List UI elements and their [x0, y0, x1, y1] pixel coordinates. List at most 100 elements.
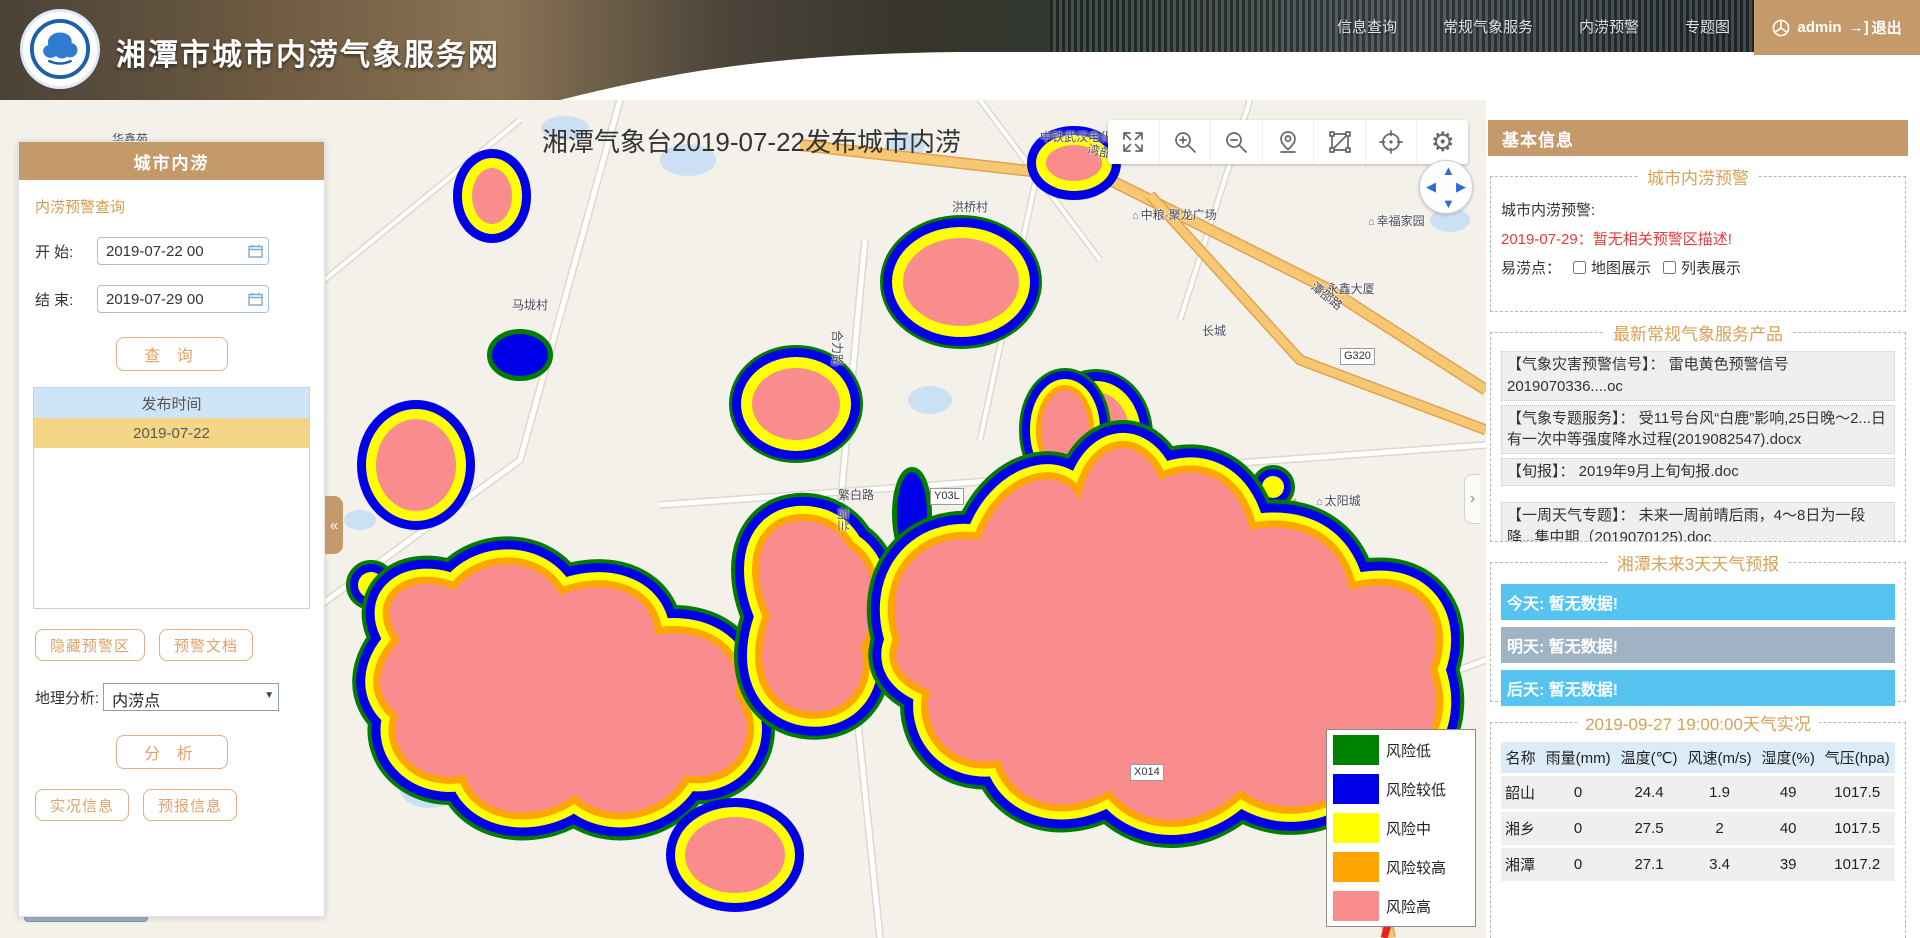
- product-link[interactable]: 【旬报】： 2019年9月上旬旬报.doc: [1501, 458, 1895, 486]
- nav-item-专题图[interactable]: 专题图: [1685, 16, 1730, 37]
- calendar-icon[interactable]: [248, 244, 263, 258]
- publish-time-empty-area: [34, 448, 309, 608]
- app-header: 湘潭市城市内涝气象服务网 信息查询 常规气象服务 内涝预警 专题图 admin →] …: [0, 0, 1920, 100]
- weather-cell: 2: [1682, 812, 1757, 845]
- legend-swatch: [1333, 891, 1379, 921]
- logout-button[interactable]: →] 退出: [1849, 17, 1902, 38]
- forecast-section-legend: 湘潭未来3天天气预报: [1609, 550, 1787, 575]
- weather-cell: 0: [1540, 848, 1615, 881]
- warning-section: 城市内涝预警 城市内涝预警: 2019-07-29：暂无相关预警区描述! 易涝点…: [1490, 164, 1906, 312]
- road-number-badge: G320: [1340, 348, 1375, 365]
- publish-time-row[interactable]: 2019-07-22: [34, 418, 309, 448]
- expand-icon[interactable]: [1108, 120, 1160, 164]
- publish-time-table: 发布时间 2019-07-22: [33, 387, 310, 609]
- legend-label: 风险中: [1386, 818, 1431, 839]
- legend-label: 风险低: [1386, 740, 1431, 761]
- list-display-label: 列表展示: [1681, 257, 1741, 278]
- header-photo-texture: [1050, 0, 1760, 100]
- legend-item: 风险低: [1333, 735, 1469, 765]
- legend-swatch: [1333, 735, 1379, 765]
- query-section-label: 内涝预警查询: [35, 196, 324, 217]
- legend-item: 风险较低: [1333, 774, 1469, 804]
- polygon-icon[interactable]: [1314, 120, 1366, 164]
- warning-doc-button[interactable]: 预警文档: [159, 629, 253, 661]
- pan-left-icon[interactable]: ◀: [1426, 179, 1436, 195]
- weather-cell: 27.1: [1616, 848, 1683, 881]
- map-place-label: ⌂中粮·聚龙广场: [1132, 206, 1217, 223]
- start-date-input[interactable]: [97, 237, 269, 265]
- products-section-legend: 最新常规气象服务产品: [1605, 320, 1791, 345]
- site-title: 湘潭市城市内涝气象服务网: [116, 30, 500, 74]
- legend-label: 风险高: [1386, 896, 1431, 917]
- weather-cell: 40: [1757, 812, 1820, 845]
- risk-legend: 风险低风险较低风险中风险较高风险高: [1326, 729, 1476, 927]
- weather-col-header: 气压(hpa): [1820, 742, 1896, 773]
- map-place-label: 马垅村: [512, 296, 548, 313]
- weather-cell: 1017.5: [1820, 812, 1896, 845]
- weather-row: 湘乡027.52401017.5: [1501, 812, 1895, 845]
- products-section: 最新常规气象服务产品 【气象灾害预警信号】： 雷电黄色预警信号201907033…: [1490, 320, 1906, 542]
- weather-cell: 湘潭: [1501, 848, 1540, 881]
- end-date-input[interactable]: [97, 285, 269, 313]
- flood-points-label: 易涝点：: [1501, 257, 1561, 278]
- weather-col-header: 湿度(%): [1757, 742, 1820, 773]
- hide-warning-zones-button[interactable]: 隐藏预警区: [35, 629, 145, 661]
- right-panel-expand-button[interactable]: ›: [1464, 474, 1480, 524]
- legend-label: 风险较低: [1386, 779, 1446, 800]
- live-info-button[interactable]: 实况信息: [35, 789, 129, 821]
- query-button[interactable]: 查 询: [116, 337, 228, 371]
- map-place-label: ⌂太阳城: [1316, 492, 1361, 509]
- forecast-section: 湘潭未来3天天气预报 今天: 暂无数据!明天: 暂无数据!后天: 暂无数据!: [1490, 550, 1906, 702]
- map-pan-control[interactable]: ▲ ▼ ◀ ▶: [1419, 160, 1473, 214]
- legend-swatch: [1333, 813, 1379, 843]
- publish-time-header: 发布时间: [34, 388, 309, 418]
- road-number-badge: Y03L: [930, 488, 964, 505]
- zoom-out-icon[interactable]: [1211, 120, 1263, 164]
- forecast-day-bar: 今天: 暂无数据!: [1501, 584, 1895, 620]
- product-link[interactable]: 【气象专题服务】： 受11号台风“白鹿”影响,25日晚～2...日有一次中等强度…: [1501, 405, 1895, 455]
- map-display-label: 地图展示: [1591, 257, 1651, 278]
- nav-item-内涝预警[interactable]: 内涝预警: [1579, 16, 1639, 37]
- calendar-icon[interactable]: [248, 292, 263, 306]
- user-avatar-icon: [1772, 19, 1790, 37]
- target-icon[interactable]: [1366, 120, 1418, 164]
- locate-icon[interactable]: [1263, 120, 1315, 164]
- weather-row: 韶山024.41.9491017.5: [1501, 776, 1895, 809]
- right-panel-title: 基本信息: [1488, 120, 1908, 156]
- page: 湘潭气象台2019-07-22发布城市内涝 华鑫苑中铁武汉电化局洪桥村⌂中粮·聚…: [0, 0, 1920, 938]
- settings-icon[interactable]: ⚙: [1417, 120, 1468, 164]
- geo-analysis-label: 地理分析:: [35, 687, 99, 708]
- nav-item-常规气象服务[interactable]: 常规气象服务: [1443, 16, 1533, 37]
- weather-cell: 3.4: [1682, 848, 1757, 881]
- map-place-label: 洪桥村: [952, 198, 988, 215]
- pan-right-icon[interactable]: ▶: [1456, 179, 1466, 195]
- legend-item: 风险较高: [1333, 852, 1469, 882]
- nav-item-信息查询[interactable]: 信息查询: [1337, 16, 1397, 37]
- legend-item: 风险中: [1333, 813, 1469, 843]
- building-icon: ⌂: [1368, 216, 1375, 228]
- left-panel-collapse-button[interactable]: «: [325, 496, 343, 554]
- legend-swatch: [1333, 774, 1379, 804]
- geo-analysis-select[interactable]: 内涝点 ▼: [103, 683, 279, 711]
- user-box[interactable]: admin →] 退出: [1754, 0, 1920, 55]
- pan-down-icon[interactable]: ▼: [1442, 196, 1455, 211]
- weather-col-header: 温度(℃): [1616, 742, 1683, 773]
- weather-section: 2019-09-27 19:00:00天气实况 名称雨量(mm)温度(℃)风速(…: [1490, 710, 1906, 938]
- chevron-down-icon: ▼: [264, 690, 274, 701]
- weather-section-legend: 2019-09-27 19:00:00天气实况: [1577, 710, 1819, 735]
- weather-cell: 0: [1540, 812, 1615, 845]
- zoom-in-icon[interactable]: [1160, 120, 1212, 164]
- warning-section-legend: 城市内涝预警: [1639, 164, 1757, 189]
- pan-up-icon[interactable]: ▲: [1442, 163, 1455, 178]
- top-nav: 信息查询 常规气象服务 内涝预警 专题图: [1337, 16, 1730, 37]
- weather-col-header: 雨量(mm): [1540, 742, 1615, 773]
- list-display-checkbox[interactable]: [1663, 261, 1676, 274]
- map-toolbar: ⚙: [1108, 120, 1468, 164]
- product-link[interactable]: 【一周天气专题】： 未来一周前晴后雨，4～8日为一段降...集中期（201907…: [1501, 502, 1895, 542]
- forecast-info-button[interactable]: 预报信息: [143, 789, 237, 821]
- weather-cell: 湘乡: [1501, 812, 1540, 845]
- map-display-checkbox[interactable]: [1573, 261, 1586, 274]
- analyze-button[interactable]: 分 析: [116, 735, 228, 769]
- product-link[interactable]: 【气象灾害预警信号】： 雷电黄色预警信号2019070336....oc: [1501, 351, 1895, 401]
- weather-cell: 27.5: [1616, 812, 1683, 845]
